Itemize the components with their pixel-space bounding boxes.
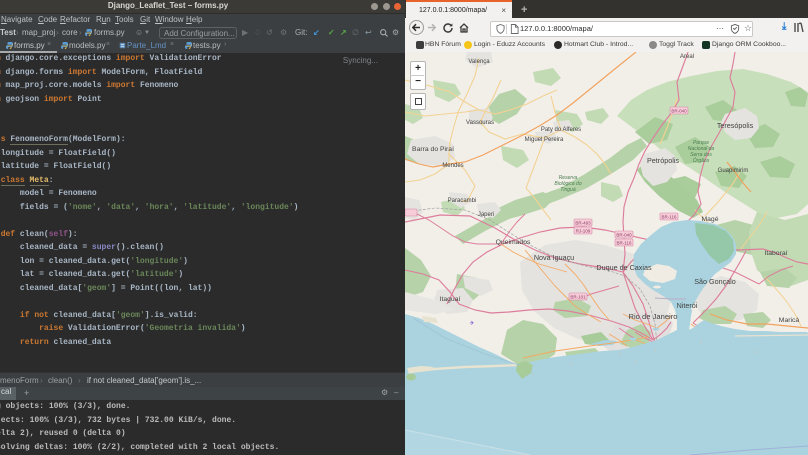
svg-text:Rio de Janeiro: Rio de Janeiro — [629, 312, 678, 321]
svg-text:Magé: Magé — [701, 216, 718, 223]
svg-text:BR-040: BR-040 — [671, 109, 687, 114]
svg-text:Queimados: Queimados — [496, 239, 531, 246]
svg-text:✈: ✈ — [469, 320, 474, 327]
svg-text:BR-493: BR-493 — [575, 221, 591, 226]
svg-text:Nova Iguaçu: Nova Iguaçu — [534, 253, 574, 262]
svg-text:Petrópolis: Petrópolis — [647, 156, 679, 165]
svg-text:Duque de Caxias: Duque de Caxias — [596, 263, 652, 272]
svg-text:Mendes: Mendes — [442, 163, 463, 169]
svg-text:BR-116: BR-116 — [662, 215, 677, 220]
svg-text:BR-040: BR-040 — [616, 233, 632, 238]
svg-text:Paracambi: Paracambi — [448, 198, 477, 204]
svg-text:Japeri: Japeri — [478, 212, 494, 218]
svg-text:Órgãos: Órgãos — [693, 157, 710, 164]
svg-text:Paty do Alferes: Paty do Alferes — [541, 127, 581, 133]
svg-text:Miguel Pereira: Miguel Pereira — [525, 137, 564, 143]
svg-text:Valença: Valença — [468, 59, 490, 65]
svg-text:Teresópolis: Teresópolis — [717, 121, 754, 130]
svg-text:São Gonçalo: São Gonçalo — [694, 277, 736, 286]
svg-text:BR-101: BR-101 — [570, 295, 586, 300]
svg-text:RJ-109: RJ-109 — [576, 229, 591, 234]
svg-text:Maricá: Maricá — [779, 317, 800, 324]
svg-text:Tinguá: Tinguá — [560, 187, 575, 193]
svg-text:Barra do Piraí: Barra do Piraí — [412, 146, 454, 153]
svg-text:Guapimirim: Guapimirim — [718, 168, 749, 174]
svg-text:Areal: Areal — [680, 54, 694, 60]
svg-text:Itaboraí: Itaboraí — [764, 250, 787, 257]
svg-text:BR-116: BR-116 — [617, 241, 632, 246]
svg-text:Niterói: Niterói — [677, 301, 698, 310]
svg-text:Vassouras: Vassouras — [466, 120, 494, 126]
svg-text:Itaguaí: Itaguaí — [440, 296, 461, 303]
